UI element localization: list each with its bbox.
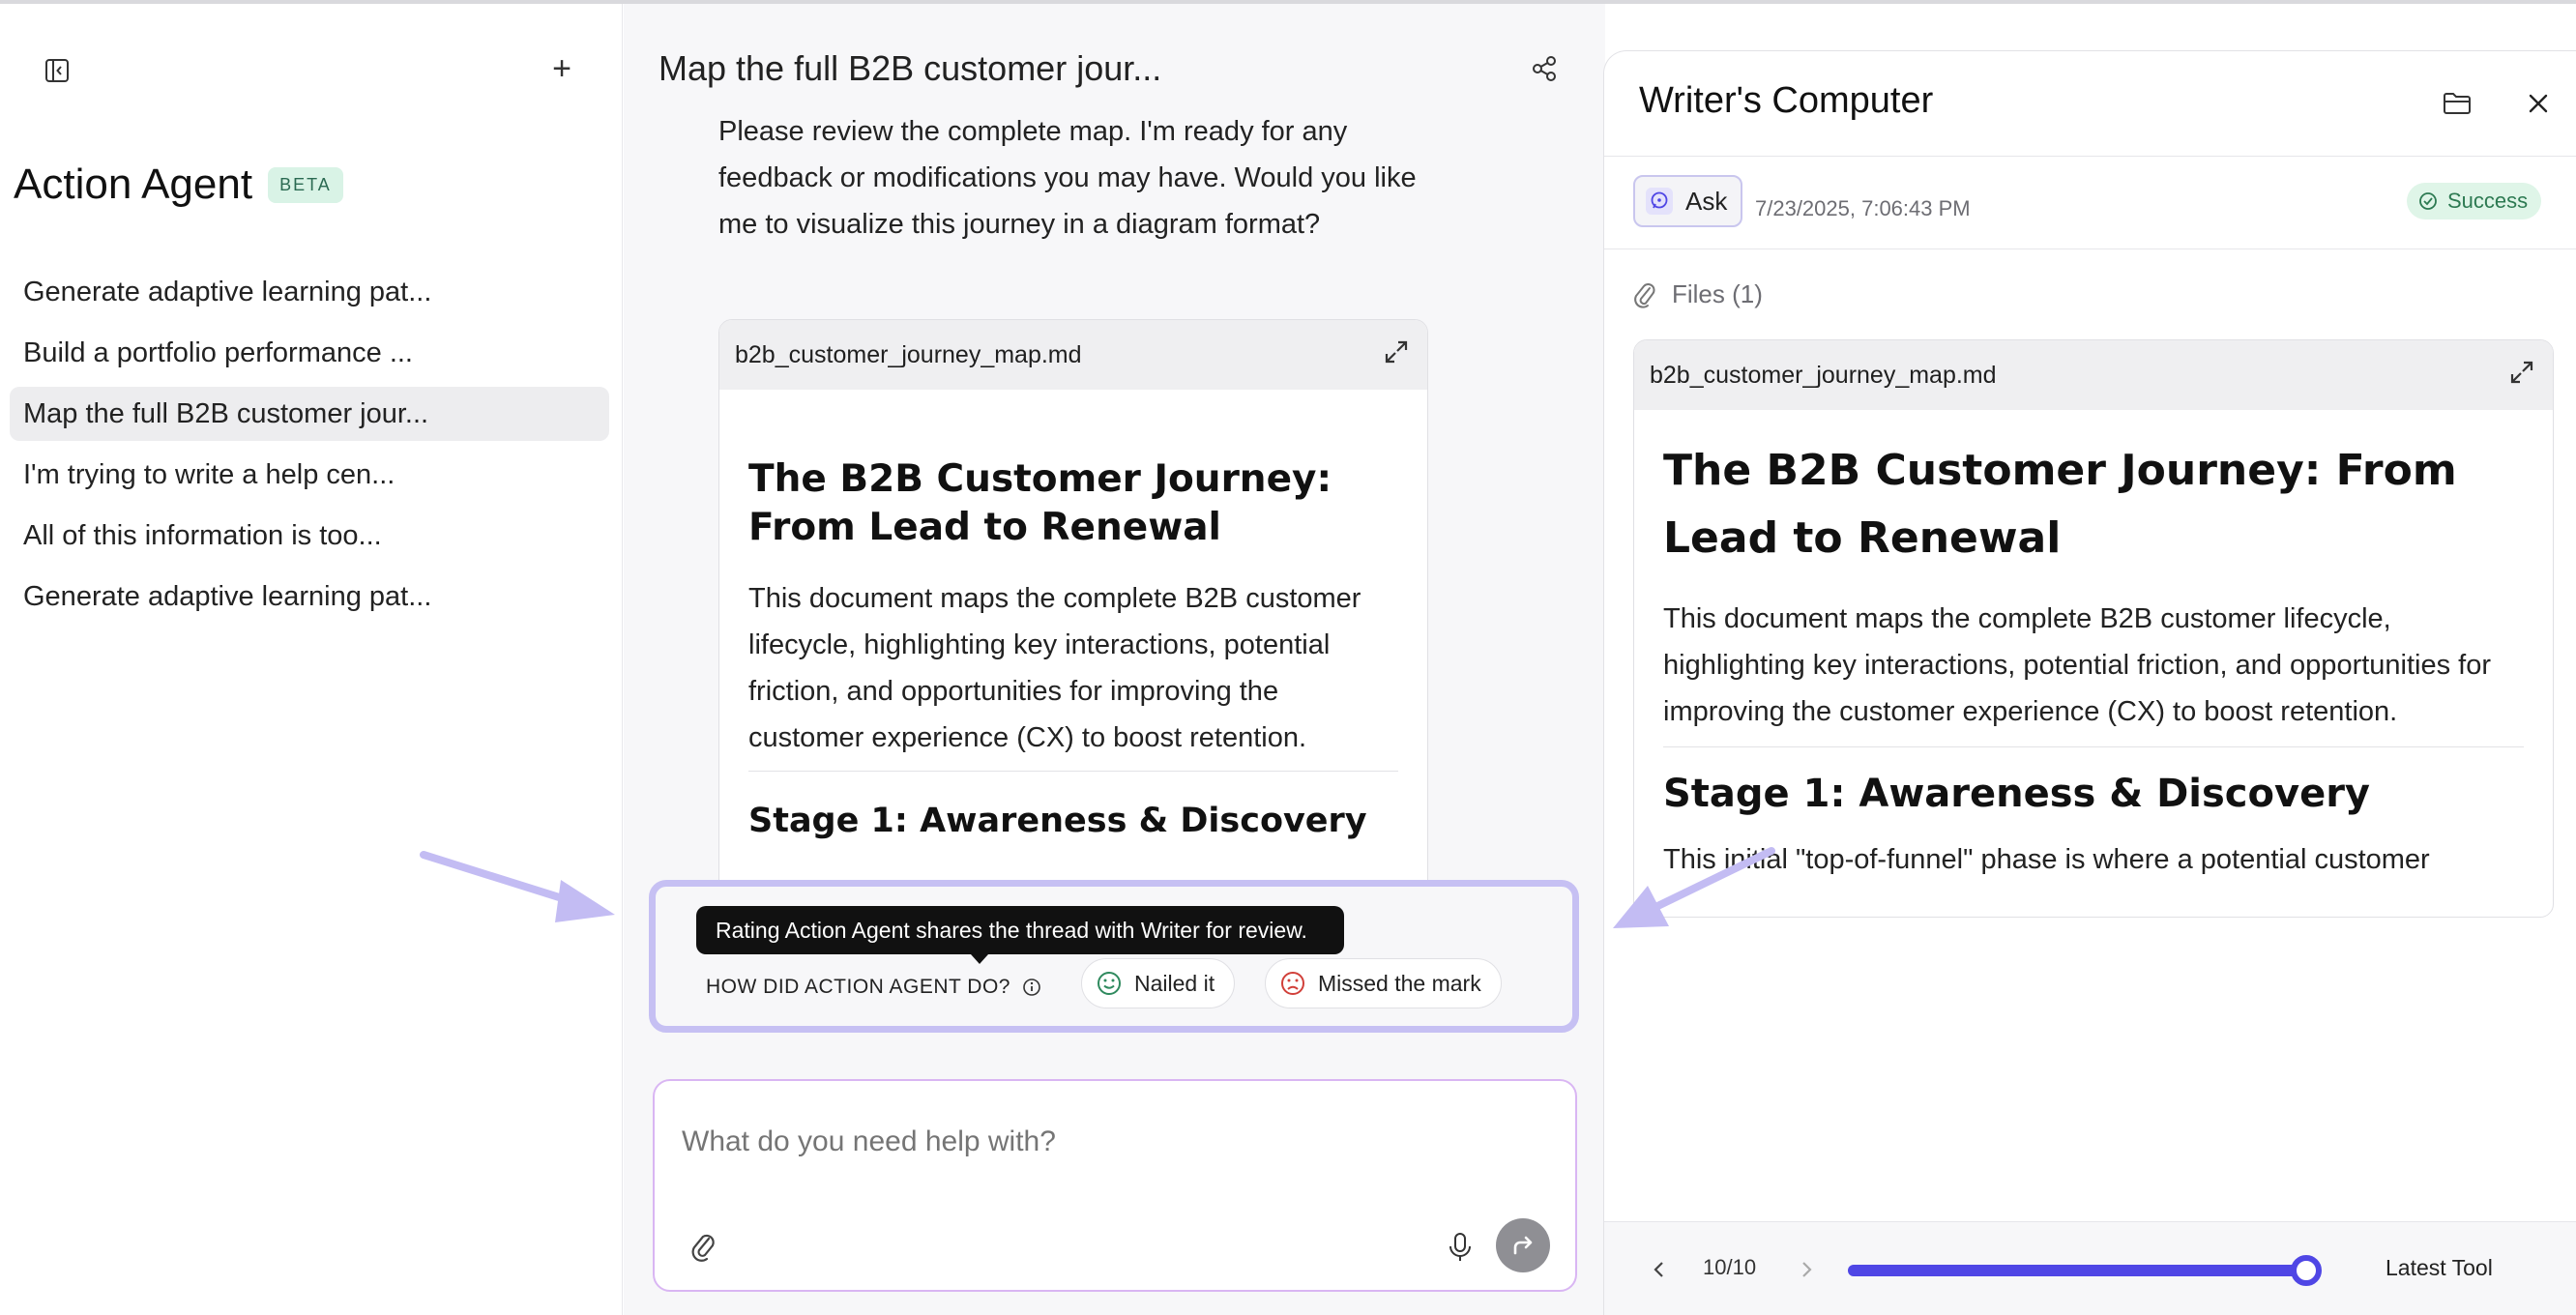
rating-question: HOW DID ACTION AGENT DO? [706,976,1010,998]
slider-fill [1848,1265,2306,1276]
send-button[interactable] [1496,1218,1550,1272]
missed-mark-button[interactable]: Missed the mark [1265,958,1502,1008]
conversation-list: Generate adaptive learning pat... Build … [10,265,609,630]
conversation-item[interactable]: Build a portfolio performance ... [10,326,609,380]
chevron-right-icon[interactable] [1798,1255,1817,1284]
ask-label: Ask [1685,186,1728,216]
doc-paragraph: This document maps the complete B2B cust… [1663,596,2524,747]
step-slider[interactable] [1848,1255,2322,1286]
chat-area: Map the full B2B customer jour... Please… [624,4,1605,1315]
expand-icon[interactable] [2508,359,2535,393]
expand-icon[interactable] [1383,338,1410,372]
info-icon[interactable] [1022,978,1041,997]
new-chat-button[interactable]: + [547,52,576,85]
ask-tool-button[interactable]: Ask [1633,175,1743,227]
latest-tool-label[interactable]: Latest Tool [2386,1255,2493,1281]
missed-mark-label: Missed the mark [1318,970,1481,996]
nailed-it-button[interactable]: Nailed it [1081,958,1236,1008]
rating-tooltip: Rating Action Agent shares the thread wi… [696,906,1344,954]
file-preview-card[interactable]: b2b_customer_journey_map.md The B2B Cust… [718,319,1428,899]
paperclip-icon [1634,282,1655,308]
status-badge: Success [2407,183,2542,219]
slider-thumb[interactable] [2291,1255,2322,1286]
send-arrow-icon [1513,1236,1533,1255]
frown-icon [1281,972,1304,995]
doc-subheading: Stage 1: Awareness & Discovery [1663,772,2370,816]
files-label: Files (1) [1672,279,1763,308]
file-card-header: b2b_customer_journey_map.md [1634,340,2553,410]
assistant-message: Please review the complete map. I'm read… [718,116,1417,240]
sidebar: + Action Agent BETA Generate adaptive le… [0,4,623,1315]
folder-icon[interactable] [2442,90,2473,117]
chat-title: Map the full B2B customer jour... [659,48,1162,88]
panel-title: Writer's Computer [1639,80,1934,121]
conversation-item[interactable]: All of this information is too... [10,509,609,563]
files-section-header: Files (1) [1633,279,1763,309]
doc-paragraph: This document maps the complete B2B cust… [748,575,1398,772]
sidebar-header: Action Agent BETA [14,161,343,209]
doc-heading: The B2B Customer Journey: From Lead to R… [1663,446,2457,563]
writers-computer-panel: Writer's Computer Ask 7/23/2025, 7:06:43… [1603,50,2576,1315]
divider [1604,156,2576,157]
microphone-icon[interactable] [1448,1232,1473,1263]
check-circle-icon [2419,192,2437,210]
doc-heading: The B2B Customer Journey: From Lead to R… [748,457,1332,549]
status-label: Success [2447,189,2529,213]
timestamp: 7/23/2025, 7:06:43 PM [1755,196,1971,220]
collapse-sidebar-icon[interactable] [43,56,72,85]
doc-paragraph: This initial "top-of-funnel" phase is wh… [1663,844,2430,875]
app-title: Action Agent [14,161,253,208]
conversation-item[interactable]: Generate adaptive learning pat... [10,265,609,319]
nailed-it-label: Nailed it [1134,970,1215,996]
beta-badge: BETA [268,166,343,203]
close-icon[interactable] [2525,90,2552,117]
conversation-item-active[interactable]: Map the full B2B customer jour... [10,387,609,441]
step-navigator: 10/10 Latest Tool [1604,1221,2576,1315]
conversation-item[interactable]: I'm trying to write a help cen... [10,448,609,502]
smile-icon [1098,972,1121,995]
file-card-header: b2b_customer_journey_map.md [719,320,1427,390]
chevron-left-icon[interactable] [1649,1255,1668,1284]
conversation-item[interactable]: Generate adaptive learning pat... [10,570,609,624]
divider [1604,248,2576,249]
step-counter: 10/10 [1703,1255,1757,1279]
attach-icon[interactable] [689,1230,717,1263]
chat-input-box [653,1079,1577,1292]
share-icon[interactable] [1530,54,1559,83]
chat-bubble-icon [1646,188,1673,215]
rating-label: HOW DID ACTION AGENT DO? [706,976,1041,999]
file-name: b2b_customer_journey_map.md [735,340,1082,368]
doc-subheading: Stage 1: Awareness & Discovery [748,802,1367,840]
rating-highlight: Rating Action Agent shares the thread wi… [649,880,1579,1033]
chat-input[interactable] [682,1125,1533,1158]
tooltip-pointer [971,954,988,964]
panel-file-preview[interactable]: b2b_customer_journey_map.md The B2B Cust… [1633,339,2554,918]
file-name: b2b_customer_journey_map.md [1650,361,1997,389]
